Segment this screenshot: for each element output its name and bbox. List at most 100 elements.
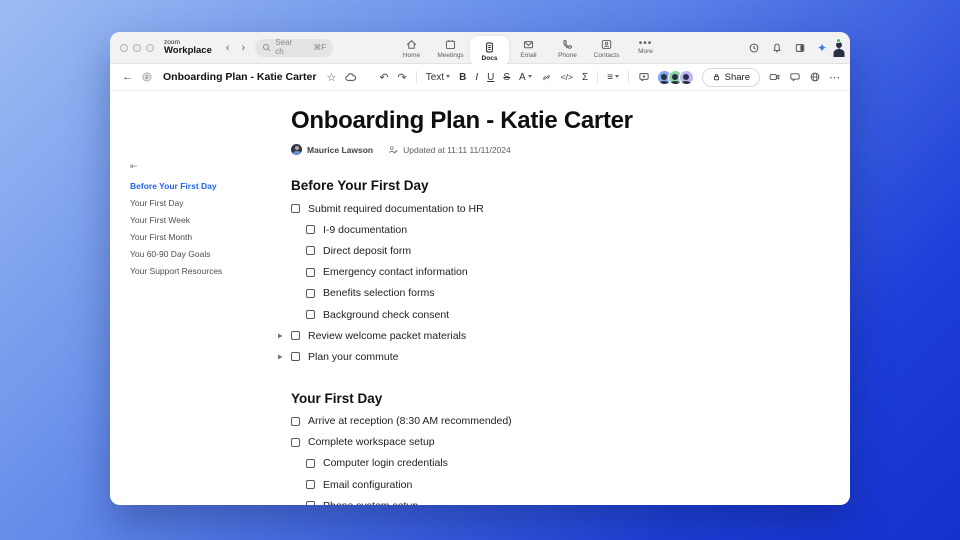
- outline-item-before-first-day[interactable]: Before Your First Day: [130, 177, 270, 194]
- checklist-label: Computer login credentials: [323, 457, 448, 470]
- more-options-icon[interactable]: ⋯: [829, 71, 840, 84]
- globe-icon[interactable]: [809, 71, 821, 83]
- code-block-button[interactable]: </>: [561, 72, 573, 82]
- share-button[interactable]: Share: [701, 67, 760, 87]
- checkbox[interactable]: [306, 458, 315, 468]
- notifications-bell-icon[interactable]: [771, 42, 783, 54]
- toolbar-divider: [597, 71, 599, 83]
- checklist-item[interactable]: Complete workspace setup: [291, 432, 721, 453]
- nav-tab-email[interactable]: Email: [509, 32, 548, 64]
- checkbox[interactable]: [291, 204, 300, 214]
- nav-tab-meetings[interactable]: Meetings: [431, 32, 470, 64]
- chat-bubble-icon[interactable]: [789, 71, 801, 83]
- side-panel-icon[interactable]: [794, 42, 806, 54]
- outline-item-support-resources[interactable]: Your Support Resources: [130, 262, 270, 279]
- outline-item-60-90-goals[interactable]: You 60-90 Day Goals: [130, 245, 270, 262]
- checkbox[interactable]: [291, 352, 300, 362]
- italic-button[interactable]: I: [475, 72, 478, 83]
- window-maximize-button[interactable]: [146, 43, 154, 52]
- window-controls[interactable]: [120, 43, 154, 52]
- nav-tab-phone[interactable]: Phone: [548, 32, 587, 64]
- favorite-star-icon[interactable]: ☆: [326, 71, 336, 84]
- nav-tab-contacts[interactable]: Contacts: [587, 32, 626, 64]
- text-style-dropdown[interactable]: Text: [426, 72, 451, 83]
- checklist-item[interactable]: ▶ Review welcome packet materials: [278, 325, 721, 346]
- search-input[interactable]: Search ⌘F: [255, 38, 334, 57]
- checkbox[interactable]: [306, 310, 315, 320]
- checkbox[interactable]: [306, 288, 315, 298]
- checklist-label: Direct deposit form: [323, 244, 412, 257]
- checklist-label: Emergency contact information: [323, 266, 468, 279]
- checkbox[interactable]: [306, 480, 315, 490]
- document-toolbar: ← Onboarding Plan - Katie Carter ☆ ↶ ↷ T…: [110, 64, 850, 91]
- bold-button[interactable]: B: [459, 72, 466, 83]
- redo-icon[interactable]: ↷: [398, 71, 407, 84]
- page-title: Onboarding Plan - Katie Carter: [291, 107, 633, 134]
- toolbar-divider: [415, 71, 417, 83]
- outline-item-first-day[interactable]: Your First Day: [130, 194, 270, 211]
- user-avatar[interactable]: [836, 38, 841, 57]
- undo-icon[interactable]: ↶: [379, 71, 388, 84]
- checklist-label: Email configuration: [323, 478, 413, 491]
- nav-label: More: [638, 48, 653, 55]
- meetings-icon: [445, 39, 456, 49]
- document-body[interactable]: Onboarding Plan - Katie Carter Maurice L…: [278, 91, 721, 505]
- checklist-item[interactable]: Arrive at reception (8:30 AM recommended…: [291, 411, 721, 432]
- collaborator-avatars[interactable]: [656, 69, 694, 85]
- nav-tab-docs[interactable]: Docs: [470, 36, 509, 66]
- back-chevron-icon[interactable]: ‹: [226, 42, 230, 54]
- video-camera-icon[interactable]: [768, 71, 781, 83]
- window-minimize-button[interactable]: [133, 43, 141, 52]
- docs-icon: [486, 42, 493, 52]
- checklist-label: Review welcome packet materials: [308, 329, 467, 342]
- outline-item-first-month[interactable]: Your First Month: [130, 228, 270, 245]
- checklist-item[interactable]: ▶ Plan your commute: [278, 346, 721, 367]
- checkbox[interactable]: [306, 501, 315, 505]
- ai-companion-icon[interactable]: ✦: [817, 41, 827, 55]
- checklist-item[interactable]: I-9 documentation: [306, 219, 721, 240]
- checklist-item[interactable]: Computer login credentials: [306, 453, 721, 474]
- strikethrough-button[interactable]: S: [503, 72, 510, 83]
- checkbox[interactable]: [306, 267, 315, 277]
- collapse-outline-icon[interactable]: ⇤: [130, 161, 270, 172]
- outline-sidebar: ⇤ Before Your First Day Your First Day Y…: [130, 161, 270, 279]
- forward-chevron-icon[interactable]: ›: [242, 42, 246, 54]
- checklist-item[interactable]: Email configuration: [306, 474, 721, 495]
- checkbox[interactable]: [291, 331, 300, 341]
- underline-button[interactable]: U: [487, 72, 494, 83]
- nav-label: Home: [402, 51, 421, 59]
- nav-tab-home[interactable]: Home: [392, 32, 431, 64]
- link-icon[interactable]: [541, 72, 552, 83]
- checklist-label: Complete workspace setup: [308, 436, 435, 449]
- clock-icon[interactable]: [748, 42, 760, 54]
- nav-tab-more[interactable]: ••• More: [626, 32, 665, 64]
- window-close-button[interactable]: [120, 43, 128, 52]
- checklist-item[interactable]: Phone system setup: [306, 495, 721, 505]
- checkbox[interactable]: [291, 437, 300, 447]
- checkbox[interactable]: [291, 416, 300, 426]
- checklist-item[interactable]: Background check consent: [306, 304, 721, 325]
- back-arrow-icon[interactable]: ←: [122, 71, 133, 83]
- checkbox[interactable]: [306, 246, 315, 256]
- expand-triangle-icon[interactable]: ▶: [278, 353, 283, 360]
- chevron-down-icon: [615, 74, 620, 80]
- author-name: Maurice Lawson: [307, 144, 374, 155]
- checklist-item[interactable]: Direct deposit form: [306, 240, 721, 261]
- cloud-sync-icon[interactable]: [344, 71, 357, 84]
- add-comment-icon[interactable]: [638, 71, 650, 83]
- checklist-item[interactable]: Emergency contact information: [306, 262, 721, 283]
- search-icon: [262, 43, 271, 52]
- text-color-dropdown[interactable]: A: [519, 72, 532, 83]
- checklist-label: Arrive at reception (8:30 AM recommended…: [308, 415, 512, 428]
- outline-item-first-week[interactable]: Your First Week: [130, 211, 270, 228]
- checklist-item[interactable]: Submit required documentation to HR: [291, 198, 721, 219]
- updated-timestamp: Updated at 11:11 11/11/2024: [403, 144, 511, 155]
- nav-label: Meetings: [437, 51, 464, 59]
- checklist-item[interactable]: Benefits selection forms: [306, 283, 721, 304]
- expand-triangle-icon[interactable]: ▶: [278, 332, 283, 339]
- list-align-dropdown[interactable]: ≡: [607, 72, 620, 83]
- checkbox[interactable]: [306, 225, 315, 235]
- formula-button[interactable]: Σ: [582, 72, 588, 83]
- checklist-label: Benefits selection forms: [323, 287, 435, 300]
- doc-workspace-icon[interactable]: [141, 71, 153, 83]
